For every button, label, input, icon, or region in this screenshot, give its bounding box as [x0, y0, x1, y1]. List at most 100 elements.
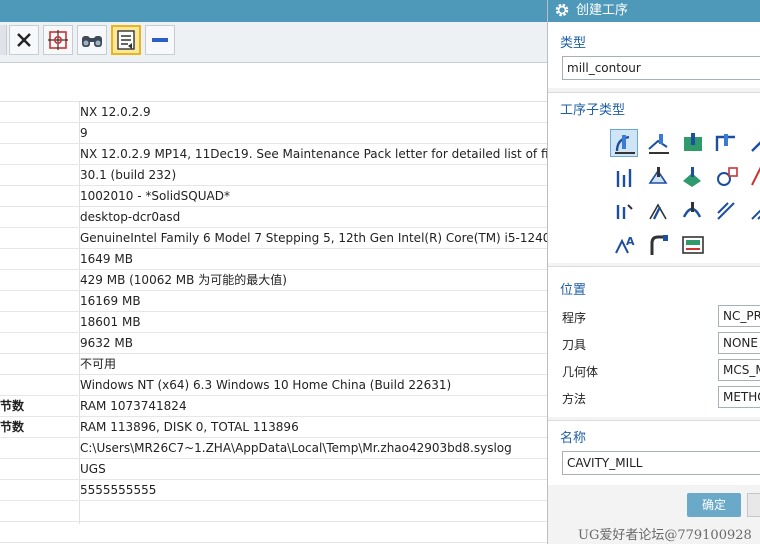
delete-icon	[17, 33, 31, 47]
row-key	[0, 207, 78, 227]
row-key	[0, 522, 78, 542]
info-header	[0, 63, 548, 102]
table-row	[0, 501, 548, 522]
operation-subtype-icon	[648, 167, 668, 184]
row-key	[0, 228, 78, 248]
info-window-icon	[117, 30, 135, 50]
subtype-option[interactable]	[644, 163, 672, 191]
subtype-option[interactable]	[712, 197, 740, 225]
subtype-option[interactable]	[610, 163, 638, 191]
type-dropdown[interactable]: mill_contour	[562, 56, 760, 80]
row-key	[0, 249, 78, 269]
subtype-section: 工序子类型 A	[548, 92, 760, 263]
dialog-title-bar: 创建工序	[548, 0, 760, 22]
delete-button[interactable]	[9, 25, 39, 55]
subtype-option[interactable]	[644, 231, 672, 259]
subtype-option[interactable]	[746, 163, 760, 191]
cancel-button[interactable]	[747, 493, 760, 517]
program-dropdown[interactable]: NC_PR	[718, 305, 760, 327]
geometry-dropdown[interactable]: MCS_M	[718, 359, 760, 381]
operation-subtype-icon	[615, 135, 635, 154]
row-value: GenuineIntel Family 6 Model 7 Stepping 5…	[80, 231, 565, 245]
tool-label: 刀具	[562, 338, 587, 352]
row-key	[0, 375, 78, 395]
method-label: 方法	[562, 392, 587, 406]
ok-button[interactable]: 确定	[687, 493, 741, 517]
tool-dropdown[interactable]: NONE	[718, 332, 760, 354]
subtype-option[interactable]	[678, 129, 706, 157]
row-key	[0, 186, 78, 206]
row-key	[0, 438, 78, 458]
operation-subtype-icon	[616, 169, 632, 187]
row-key	[0, 102, 78, 122]
snap-point-button[interactable]	[43, 25, 73, 55]
minus-icon	[152, 38, 168, 42]
row-value: 429 MB (10062 MB 为可能的最大值)	[80, 273, 287, 287]
information-window: NX 12.0.2.9 9 NX 12.0.2.9 MP14, 11Dec19. S…	[0, 63, 573, 544]
row-value: 9632 MB	[80, 336, 133, 350]
row-key	[0, 459, 78, 479]
subtype-option[interactable]	[678, 231, 706, 259]
table-row: GenuineIntel Family 6 Model 7 Stepping 5…	[0, 228, 565, 249]
operation-subtype-icon	[751, 166, 760, 186]
type-heading: 类型	[560, 36, 587, 51]
table-row: 1649 MB	[0, 249, 548, 270]
subtype-option[interactable]	[746, 129, 760, 157]
table-row: 节数 RAM 113896, DISK 0, TOTAL 113896	[0, 417, 548, 438]
table-row: 1002010 - *SolidSQUAD*	[0, 186, 548, 207]
subtype-option[interactable]: A	[610, 231, 638, 259]
name-section: 名称 CAVITY_MILL	[548, 420, 760, 485]
minimize-button[interactable]	[145, 25, 175, 55]
subtype-option[interactable]	[644, 197, 672, 225]
row-key	[0, 480, 78, 500]
subtype-option[interactable]	[644, 129, 672, 157]
row-key: 节数	[0, 420, 25, 434]
table-row: Windows NT (x64) 6.3 Windows 10 Home Chi…	[0, 375, 548, 396]
row-key	[0, 501, 78, 521]
name-input[interactable]: CAVITY_MILL	[562, 451, 760, 475]
row-key	[0, 354, 78, 374]
subtype-option[interactable]	[610, 197, 638, 225]
subtype-option[interactable]	[712, 129, 740, 157]
subtype-option[interactable]	[746, 197, 760, 225]
subtype-option[interactable]	[610, 129, 638, 157]
operation-subtype-icon	[717, 167, 738, 186]
operation-subtype-icon	[682, 236, 704, 254]
find-button[interactable]	[77, 25, 107, 55]
row-value: C:\Users\MR26C7~1.ZHA\AppData\Local\Temp…	[80, 441, 512, 455]
create-operation-dialog: 创建工序 类型 mill_contour 工序子类型 A 位置 程序 NC_PR…	[547, 0, 760, 544]
row-key	[0, 270, 78, 290]
table-row: 节数 RAM 1073741824	[0, 396, 548, 417]
table-row: 9	[0, 123, 548, 144]
subtype-option[interactable]	[678, 163, 706, 191]
info-window-button[interactable]	[111, 25, 141, 55]
row-value: RAM 1073741824	[80, 399, 187, 413]
row-key	[0, 291, 78, 311]
snap-point-icon	[48, 30, 68, 50]
method-dropdown[interactable]: METHO	[718, 386, 760, 408]
position-heading: 位置	[560, 283, 587, 298]
row-key: 节数	[0, 399, 25, 413]
operation-subtype-icon	[751, 141, 760, 152]
table-row: 16169 MB	[0, 291, 548, 312]
row-value: 9	[80, 126, 88, 140]
position-section: 位置 程序 NC_PR 刀具 NONE 几何体 MCS_M 方法 METHO	[548, 266, 760, 417]
row-value: 16169 MB	[80, 294, 141, 308]
program-label: 程序	[562, 311, 587, 325]
operation-subtype-icon	[648, 134, 669, 154]
row-key	[0, 165, 78, 185]
row-value: desktop-dcr0asd	[80, 210, 181, 224]
row-value: 30.1 (build 232)	[80, 168, 177, 182]
subtype-option[interactable]	[678, 197, 706, 225]
toolbar	[0, 22, 548, 63]
binoculars-icon	[82, 36, 102, 47]
subtype-option[interactable]	[712, 163, 740, 191]
operation-subtype-icon	[751, 209, 760, 220]
operation-subtype-icon	[616, 204, 633, 219]
gear-icon	[555, 3, 569, 17]
table-row: 30.1 (build 232)	[0, 165, 548, 186]
subtype-heading: 工序子类型	[560, 103, 626, 118]
row-value: 不可用	[80, 357, 117, 371]
table-row	[0, 522, 548, 543]
table-row: UGS	[0, 459, 548, 480]
